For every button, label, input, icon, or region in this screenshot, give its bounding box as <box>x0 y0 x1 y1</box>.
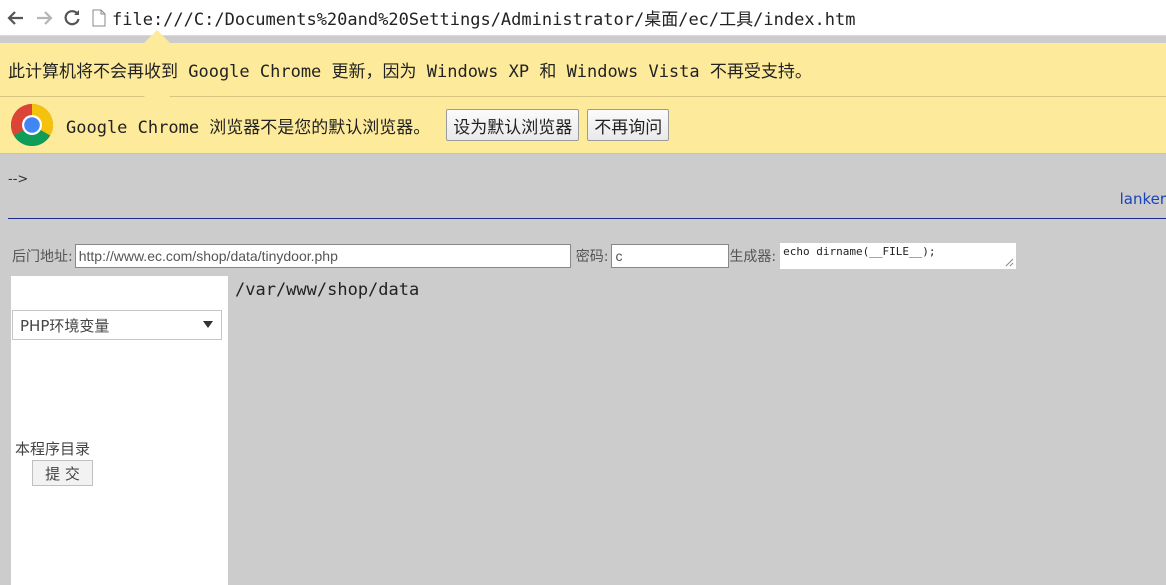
password-label: 密码: <box>575 249 609 265</box>
url-text: file:///C:/Documents%20and%20Settings/Ad… <box>112 10 856 30</box>
backdoor-url-input[interactable]: http://www.ec.com/shop/data/tinydoor.php <box>74 244 571 268</box>
infobar-unsupported-os: 此计算机将不会再收到 Google Chrome 更新，因为 Windows X… <box>0 43 1166 97</box>
backdoor-url-label: 后门地址: <box>12 249 73 265</box>
command-output: /var/www/shop/data <box>235 280 420 300</box>
infobar-default-browser: Google Chrome 浏览器不是您的默认浏览器。 设为默认浏览器 不再询问 <box>0 97 1166 154</box>
generator-code: echo dirname(__FILE__); <box>783 245 936 258</box>
infobar-pointer <box>144 30 170 43</box>
left-panel: PHP环境变量 本程序目录 提 交 <box>11 276 228 585</box>
command-select[interactable]: PHP环境变量 <box>12 310 222 340</box>
generator-textarea[interactable]: echo dirname(__FILE__); <box>780 243 1017 269</box>
infobar-unsupported-message: 此计算机将不会再收到 Google Chrome 更新，因为 Windows X… <box>8 62 812 82</box>
forward-arrow-icon <box>37 10 53 25</box>
dropdown-arrow-icon <box>203 321 213 328</box>
forward-button[interactable] <box>32 6 56 30</box>
horizontal-rule <box>8 218 1166 219</box>
resize-handle-icon[interactable] <box>1005 258 1014 267</box>
page-icon <box>92 9 106 26</box>
submit-button[interactable]: 提 交 <box>32 460 93 486</box>
page-content: --> lanker 后门地址: http://www.ec.com/shop/… <box>0 154 1166 585</box>
lanker-link[interactable]: lanker <box>1120 190 1166 208</box>
dont-ask-again-button[interactable]: 不再询问 <box>587 109 670 141</box>
address-bar[interactable]: file:///C:/Documents%20and%20Settings/Ad… <box>92 3 856 33</box>
config-form-row: 后门地址: http://www.ec.com/shop/data/tinydo… <box>12 243 1017 269</box>
generator-label: 生成器: <box>729 249 777 265</box>
chrome-logo-icon <box>10 103 54 147</box>
infobar-pointer-2 <box>144 84 170 97</box>
back-arrow-icon <box>7 10 23 25</box>
stray-comment-text: --> <box>8 172 29 187</box>
reload-icon <box>64 9 80 25</box>
infobar-default-message: Google Chrome 浏览器不是您的默认浏览器。 <box>66 117 431 138</box>
back-button[interactable] <box>4 6 28 30</box>
password-input[interactable]: c <box>611 244 730 268</box>
browser-toolbar: file:///C:/Documents%20and%20Settings/Ad… <box>0 0 1166 36</box>
set-default-browser-button[interactable]: 设为默认浏览器 <box>446 109 580 141</box>
command-select-value: PHP环境变量 <box>20 316 110 335</box>
program-dir-label: 本程序目录 <box>15 440 91 458</box>
reload-button[interactable] <box>60 6 84 30</box>
